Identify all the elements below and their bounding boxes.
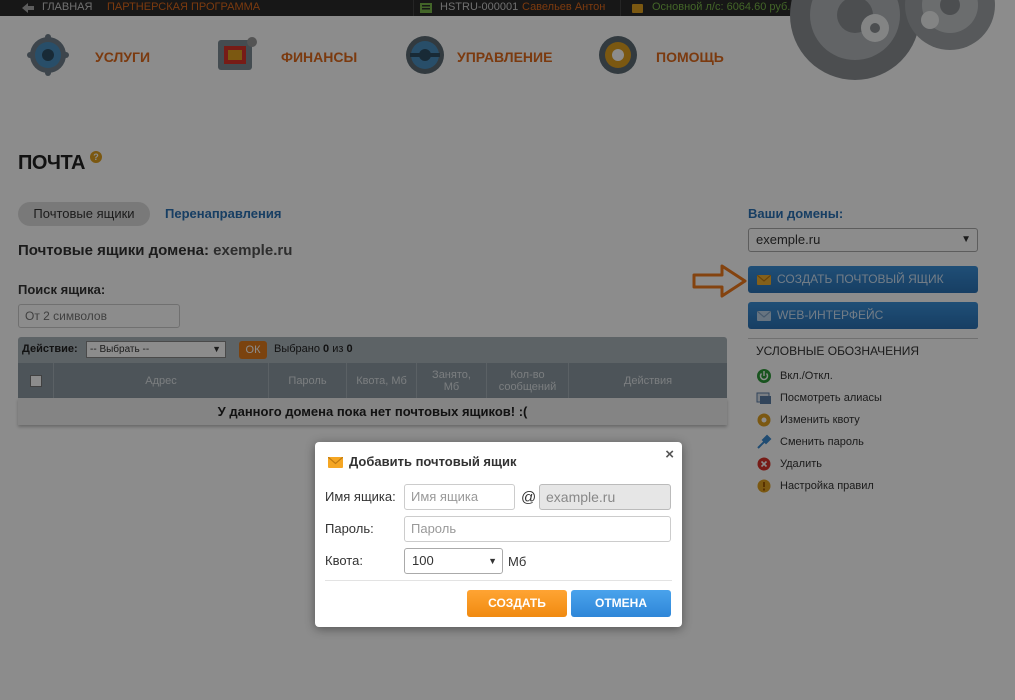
at-sign: @ [521,489,537,506]
close-icon[interactable]: × [665,446,674,463]
password-input[interactable]: Пароль [404,516,671,542]
mailbox-name-label: Имя ящика: [325,489,396,504]
add-mailbox-dialog: Добавить почтовый ящик × Имя ящика: Имя … [315,442,682,627]
cancel-button[interactable]: ОТМЕНА [571,590,671,617]
create-button[interactable]: СОЗДАТЬ [467,590,567,617]
quota-select[interactable]: 100 ▼ [404,548,503,574]
divider [325,580,672,581]
quota-label: Квота: [325,553,363,568]
quota-unit: Мб [508,554,527,569]
chevron-down-icon: ▼ [488,556,497,566]
dialog-title: Добавить почтовый ящик [349,454,517,469]
password-label: Пароль: [325,521,374,536]
envelope-icon [328,457,343,468]
mailbox-name-input[interactable]: Имя ящика [404,484,515,510]
mailbox-domain-field: example.ru [539,484,671,510]
quota-select-value: 100 [412,553,434,568]
